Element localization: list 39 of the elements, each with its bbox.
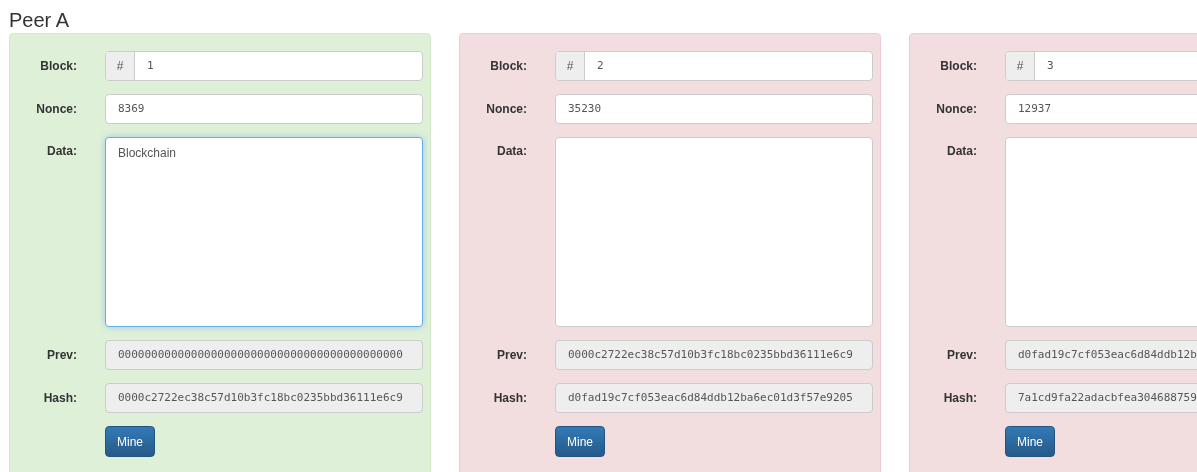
mine-button[interactable]: Mine xyxy=(1005,426,1055,457)
data-textarea[interactable]: Blockchain xyxy=(105,137,423,327)
block-number-field[interactable]: # 2 xyxy=(555,51,873,81)
field-label: Hash: xyxy=(492,390,527,407)
hash-field: 7a1cd9fa22adacbfea304688759 xyxy=(1005,383,1197,413)
field-label: Prev: xyxy=(45,347,77,364)
field-label: Nonce: xyxy=(935,101,977,118)
block-number-field[interactable]: # 3 xyxy=(1005,51,1197,81)
mine-button[interactable]: Mine xyxy=(555,426,605,457)
field-label: Hash: xyxy=(942,390,977,407)
field-label: Prev: xyxy=(495,347,527,364)
field-label: Block: xyxy=(489,58,527,75)
hash-sign: # xyxy=(106,52,135,80)
hash-field: d0fad19c7cf053eac6d84ddb12ba6ec01d3f57e9205 xyxy=(555,383,873,413)
field-label: Nonce: xyxy=(35,101,77,118)
prev-hash-field: 0000c2722ec38c57d10b3fc18bc0235bbd36111e6c9 xyxy=(555,340,873,370)
field-label: Block: xyxy=(939,58,977,75)
block-number: 2 xyxy=(596,57,605,74)
nonce-field[interactable]: 35230 xyxy=(555,94,873,124)
data-textarea[interactable] xyxy=(555,137,873,327)
nonce-field[interactable]: 12937 xyxy=(1005,94,1197,124)
field-label: Block: xyxy=(39,58,77,75)
hash-sign: # xyxy=(1006,52,1035,80)
prev-hash-field: 0000000000000000000000000000000000000000000 xyxy=(105,340,423,370)
field-label: Data: xyxy=(946,143,977,160)
prev-hash-field: d0fad19c7cf053eac6d84ddb12b xyxy=(1005,340,1197,370)
field-label: Data: xyxy=(496,143,527,160)
field-label: Nonce: xyxy=(485,101,527,118)
block-number: 3 xyxy=(1046,57,1055,74)
hash-sign: # xyxy=(556,52,585,80)
block-number-field[interactable]: # 1 xyxy=(105,51,423,81)
field-label: Data: xyxy=(46,143,77,160)
mine-button[interactable]: Mine xyxy=(105,426,155,457)
field-label: Hash: xyxy=(42,390,77,407)
field-label: Prev: xyxy=(945,347,977,364)
hash-field: 0000c2722ec38c57d10b3fc18bc0235bbd36111e6c9 xyxy=(105,383,423,413)
nonce-field[interactable]: 8369 xyxy=(105,94,423,124)
block-number: 1 xyxy=(146,57,155,74)
peer-title: Peer A xyxy=(8,8,71,33)
